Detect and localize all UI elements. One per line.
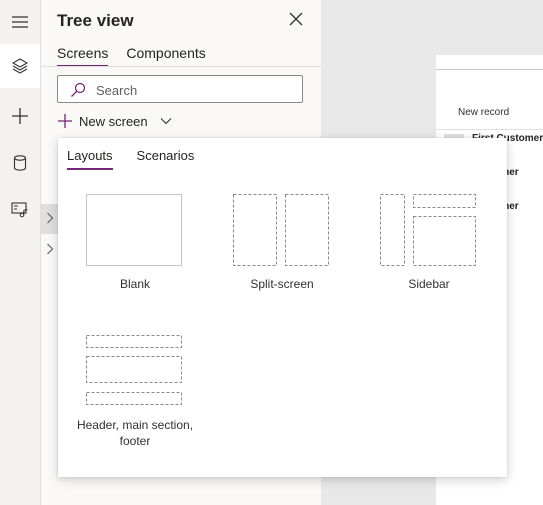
insert-button[interactable] [0, 94, 40, 138]
hamburger-menu-button[interactable] [0, 0, 40, 44]
tabs-divider [41, 66, 321, 67]
tab-components[interactable]: Components [126, 45, 205, 67]
media-button[interactable] [0, 188, 40, 232]
tree-view-tabs: Screens Components [57, 45, 206, 67]
left-rail [0, 0, 41, 505]
data-button[interactable] [0, 141, 40, 185]
hamburger-menu-icon [12, 16, 28, 28]
layout-label: Blank [119, 277, 151, 291]
tree-view-icon [12, 58, 28, 74]
new-screen-label: New screen [79, 113, 148, 129]
insert-icon [12, 108, 28, 124]
chevron-right-icon[interactable] [46, 243, 54, 255]
media-icon [11, 202, 28, 218]
search-icon [71, 82, 86, 97]
app-header [436, 55, 543, 70]
blank-layout-thumbnail [86, 194, 182, 266]
tab-screens[interactable]: Screens [57, 45, 109, 67]
tree-view-button[interactable] [0, 44, 40, 88]
layout-label: Header, main section, footer [76, 418, 194, 448]
plus-icon [58, 114, 72, 128]
search-box[interactable] [57, 75, 303, 103]
flyout-tabs: Layouts Scenarios [67, 148, 194, 170]
header-main-footer-layout-thumbnail [86, 335, 182, 405]
tree-view-title: Tree view [57, 11, 134, 30]
layout-split-screen[interactable]: Split-screen [212, 194, 352, 292]
sidebar-layout-thumbnail [380, 194, 476, 266]
layout-blank[interactable]: Blank [65, 194, 205, 292]
tab-scenarios[interactable]: Scenarios [137, 148, 195, 170]
split-screen-layout-thumbnail [233, 194, 329, 266]
data-icon [13, 155, 27, 171]
layout-label: Sidebar [408, 277, 450, 291]
app-divider [436, 129, 543, 130]
new-record-link[interactable]: New record [458, 107, 509, 118]
new-screen-flyout: Layouts Scenarios Blank Split-screen Sid… [58, 138, 507, 477]
search-input[interactable] [94, 80, 298, 100]
chevron-down-icon [160, 118, 172, 125]
tab-layouts[interactable]: Layouts [67, 148, 113, 170]
chevron-right-icon[interactable] [46, 212, 54, 224]
layout-label: Split-screen [250, 277, 314, 291]
layout-sidebar[interactable]: Sidebar [359, 194, 499, 292]
layout-header-main-footer[interactable]: Header, main section, footer [65, 335, 205, 449]
new-screen-button[interactable]: New screen [57, 110, 178, 132]
close-icon[interactable] [288, 11, 304, 27]
